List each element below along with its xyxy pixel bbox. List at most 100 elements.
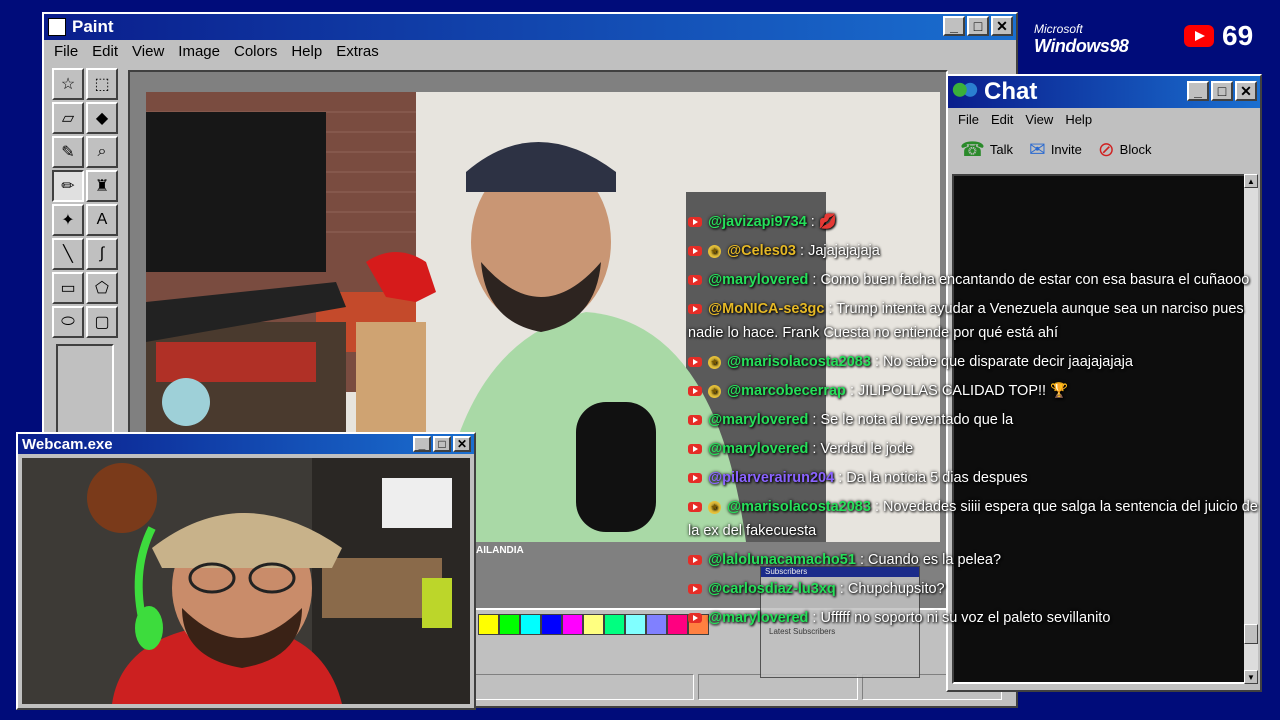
chat-text: No sabe que disparate decir jaajajajaja [883, 354, 1133, 370]
youtube-icon [1184, 25, 1214, 47]
chat-app-icon [952, 81, 978, 103]
ellipse-tool-icon[interactable]: ⬭ [52, 306, 84, 338]
chat-message: @MoNICA-se3gc : Trump intenta ayudar a V… [688, 297, 1258, 345]
chat-menu-file[interactable]: File [958, 112, 979, 127]
eraser-tool-icon[interactable]: ▱ [52, 102, 84, 134]
youtube-counter: 69 [1184, 20, 1253, 52]
pencil-tool-icon[interactable]: ✏ [52, 170, 84, 202]
menu-item-extras[interactable]: Extras [336, 43, 379, 60]
youtube-icon [688, 584, 702, 595]
line-tool-icon[interactable]: ╲ [52, 238, 84, 270]
chat-separator: : [808, 412, 821, 428]
palette-swatch[interactable] [583, 614, 604, 635]
chat-separator: : [808, 610, 821, 626]
menu-item-edit[interactable]: Edit [92, 43, 118, 60]
chat-separator: : [845, 383, 859, 399]
invite-icon: ✉ [1029, 139, 1046, 161]
scroll-up-icon[interactable]: ▲ [1244, 174, 1258, 188]
menu-item-image[interactable]: Image [178, 43, 220, 60]
paint-menubar: File Edit View Image Colors Help Extras [44, 40, 1016, 63]
maximize-button[interactable]: □ [967, 16, 989, 36]
youtube-icon [688, 415, 702, 426]
chat-titlebar[interactable]: Chat _ □ ✕ [948, 76, 1260, 108]
rectangle-tool-icon[interactable]: ▭ [52, 272, 84, 304]
chat-message: @marylovered : Se le nota al reventado q… [688, 408, 1258, 432]
rounded-rect-tool-icon[interactable]: ▢ [86, 306, 118, 338]
palette-swatch[interactable] [667, 614, 688, 635]
palette-swatch[interactable] [604, 614, 625, 635]
youtube-icon [688, 502, 702, 513]
brush-tool-icon[interactable]: ♜ [86, 170, 118, 202]
palette-swatch[interactable] [499, 614, 520, 635]
chat-tool-label: Talk [989, 142, 1014, 157]
youtube-icon [688, 386, 702, 397]
chat-separator: : [808, 272, 821, 288]
close-button[interactable]: ✕ [991, 16, 1013, 36]
chat-separator: : [834, 470, 847, 486]
magnifier-tool-icon[interactable]: ⌕ [86, 136, 118, 168]
chat-tool-invite-button[interactable]: ✉ Invite [1029, 137, 1082, 162]
chat-username: @marisolacosta2083 [727, 354, 871, 370]
youtube-icon [688, 473, 702, 484]
webcam-titlebar[interactable]: Webcam.exe _ □ ✕ [18, 434, 474, 454]
palette-swatch[interactable] [562, 614, 583, 635]
paint-titlebar[interactable]: Paint _ □ ✕ [44, 14, 1016, 40]
member-star-icon: ★ [708, 244, 721, 258]
minimize-button[interactable]: _ [1187, 81, 1209, 101]
chat-username: @MoNICA-se3gc [708, 301, 825, 317]
chat-text: Como buen facha encantando de estar con … [820, 272, 1250, 288]
menu-item-file[interactable]: File [54, 43, 78, 60]
picker-tool-icon[interactable]: ✎ [52, 136, 84, 168]
chat-separator: : [855, 552, 869, 568]
chat-tool-label: Block [1119, 142, 1152, 157]
youtube-icon [688, 613, 702, 624]
chat-tool-block-button[interactable]: ⊘ Block [1098, 137, 1152, 162]
paint-toolbox: ☆ ⬚ ▱ ◆ ✎ ⌕ ✏ ♜ ✦ A ╲ ∫ ▭ ⬠ ⬭ ▢ [52, 68, 124, 448]
paint-app-icon [48, 18, 66, 36]
fill-tool-icon[interactable]: ◆ [86, 102, 118, 134]
palette-swatch[interactable] [520, 614, 541, 635]
scroll-down-icon[interactable]: ▼ [1244, 670, 1258, 684]
polygon-tool-icon[interactable]: ⬠ [86, 272, 118, 304]
rect-select-tool-icon[interactable]: ⬚ [86, 68, 118, 100]
chat-message: @lalolunacamacho51 : Cuando es la pelea? [688, 548, 1258, 572]
close-button[interactable]: ✕ [1235, 81, 1257, 101]
chat-menu-edit[interactable]: Edit [991, 112, 1013, 127]
menu-item-help[interactable]: Help [291, 43, 322, 60]
chat-toolbar: ☎ Talk ✉ Invite ⊘ Block [948, 131, 1260, 168]
free-select-tool-icon[interactable]: ☆ [52, 68, 84, 100]
chat-message: ★ @marisolacosta2083 : Novedades siiii es… [688, 495, 1258, 543]
close-button[interactable]: ✕ [453, 436, 471, 452]
chat-menu-help[interactable]: Help [1065, 112, 1092, 127]
chat-username: @marcobecerrap [727, 383, 846, 399]
webcam-title: Webcam.exe [22, 435, 113, 453]
windows98-text: Windows98 [1034, 36, 1129, 56]
maximize-button[interactable]: □ [1211, 81, 1233, 101]
chat-username: @marylovered [708, 610, 809, 626]
youtube-icon [688, 555, 702, 566]
member-star-icon: ★ [708, 384, 721, 398]
chat-username: @Celes03 [727, 243, 796, 259]
chat-separator: : [870, 354, 884, 370]
chat-message: @pilarverairun204 : Da la noticia 5 dias… [688, 466, 1258, 490]
menu-item-view[interactable]: View [132, 43, 164, 60]
minimize-button[interactable]: _ [943, 16, 965, 36]
airbrush-tool-icon[interactable]: ✦ [52, 204, 84, 236]
curve-tool-icon[interactable]: ∫ [86, 238, 118, 270]
chat-text: Se le nota al reventado que la [820, 412, 1014, 428]
chat-tool-talk-button[interactable]: ☎ Talk [960, 137, 1013, 162]
chat-text: Chupchupsito? [847, 581, 945, 597]
text-tool-icon[interactable]: A [86, 204, 118, 236]
tool-options-box[interactable] [56, 344, 114, 434]
palette-swatch[interactable] [625, 614, 646, 635]
chat-text: Cuando es la pelea? [868, 552, 1002, 568]
palette-swatch[interactable] [478, 614, 499, 635]
menu-item-colors[interactable]: Colors [234, 43, 277, 60]
minimize-button[interactable]: _ [413, 436, 431, 452]
chat-menu-view[interactable]: View [1025, 112, 1053, 127]
palette-swatch[interactable] [646, 614, 667, 635]
palette-swatch[interactable] [541, 614, 562, 635]
maximize-button[interactable]: □ [433, 436, 451, 452]
paint-statusbar [474, 674, 1014, 700]
windows98-logo: Microsoft Windows98 [1034, 22, 1129, 57]
